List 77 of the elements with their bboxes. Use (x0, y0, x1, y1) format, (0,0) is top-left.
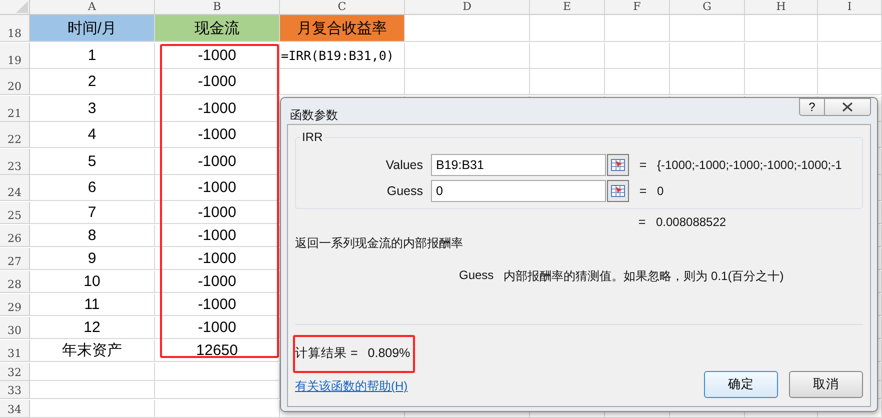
header-cell: 时间/月 (30, 15, 155, 42)
row-header[interactable]: 26 (0, 224, 30, 248)
result-value: 0.809% (368, 346, 410, 360)
row-header[interactable]: 20 (0, 69, 30, 96)
row-header[interactable]: 29 (0, 294, 30, 316)
column-header[interactable]: I (818, 0, 882, 15)
table-cell: 9 (30, 248, 155, 270)
dialog-button[interactable]: 确定 (704, 371, 778, 398)
table-cell: -1000 (155, 69, 280, 96)
argument-result: {-1000;-1000;-1000;-1000;-1000;-1 (657, 158, 842, 172)
column-header[interactable]: D (405, 0, 530, 15)
row-header[interactable]: 24 (0, 175, 30, 202)
column-header[interactable]: B (155, 0, 280, 15)
table-cell: 4 (30, 122, 155, 148)
close-button[interactable] (825, 98, 871, 116)
table-cell: 3 (30, 96, 155, 122)
function-description: 返回一系列现金流的内部报酬率 (295, 235, 464, 252)
table-cell: 12 (30, 316, 155, 340)
close-icon (842, 102, 853, 112)
range-select-icon (611, 185, 625, 197)
table-cell: 5 (30, 148, 155, 175)
dialog-title: 函数参数 (290, 107, 338, 124)
argument-label: Values (384, 158, 424, 172)
row-header[interactable]: 30 (0, 316, 30, 340)
row-header[interactable]: 32 (0, 362, 30, 381)
table-cell: 10 (30, 270, 155, 294)
table-cell: 6 (30, 175, 155, 202)
dialog-button[interactable]: 取消 (789, 371, 863, 398)
row-header[interactable]: 34 (0, 400, 30, 418)
row-header[interactable]: 31 (0, 340, 30, 362)
column-header[interactable]: A (30, 0, 155, 15)
column-header[interactable]: C (280, 0, 405, 15)
row-header[interactable]: 33 (0, 381, 30, 400)
table-cell: 年末资产 (30, 340, 155, 362)
header-cell: 月复合收益率 (280, 15, 405, 42)
table-cell: 2 (30, 69, 155, 96)
argument-field[interactable]: B19:B31 (431, 154, 606, 176)
table-cell (605, 42, 670, 69)
result-label: 计算结果 = (295, 344, 358, 362)
row-header[interactable]: 28 (0, 270, 30, 294)
column-header[interactable]: G (670, 0, 745, 15)
row-header[interactable]: 25 (0, 202, 30, 224)
row-header[interactable]: 18 (0, 15, 30, 42)
range-select-button[interactable] (607, 154, 629, 176)
equals-sign: = (638, 184, 648, 198)
table-cell (818, 42, 882, 69)
row-header[interactable]: 23 (0, 148, 30, 175)
help-button[interactable]: ? (799, 98, 825, 116)
argument-name: Guess (459, 268, 494, 284)
argument-description: 内部报酬率的猜测值。如果忽略，则为 0.1(百分之十) (504, 268, 784, 285)
table-cell: =IRR(B19:B31,0) (280, 42, 405, 69)
help-link[interactable]: 有关该函数的帮助(H) (295, 378, 408, 395)
column-header[interactable]: E (530, 0, 605, 15)
function-name: IRR (300, 130, 325, 144)
row-header[interactable]: 21 (0, 96, 30, 122)
row-header[interactable]: 27 (0, 248, 30, 270)
equals-sign: = (638, 158, 648, 172)
equals-sign: = (637, 215, 647, 229)
range-select-icon (611, 159, 625, 171)
argument-result: 0 (657, 184, 664, 198)
table-cell: 8 (30, 224, 155, 248)
row-header[interactable]: 19 (0, 42, 30, 69)
table-cell (605, 69, 670, 96)
table-cell: 11 (30, 294, 155, 316)
table-cell (818, 15, 882, 42)
header-cell: 现金流 (155, 15, 280, 42)
argument-label: Guess (386, 184, 424, 198)
table-cell: -1000 (155, 42, 280, 69)
formula-result: 0.008088522 (656, 215, 726, 229)
column-header[interactable]: F (605, 0, 670, 15)
table-cell (605, 15, 670, 42)
argument-field[interactable]: 0 (431, 180, 606, 202)
table-cell: 1 (30, 42, 155, 69)
row-header[interactable]: 22 (0, 122, 30, 148)
table-cell: 7 (30, 202, 155, 224)
column-header[interactable]: H (745, 0, 818, 15)
range-select-button[interactable] (607, 180, 629, 202)
